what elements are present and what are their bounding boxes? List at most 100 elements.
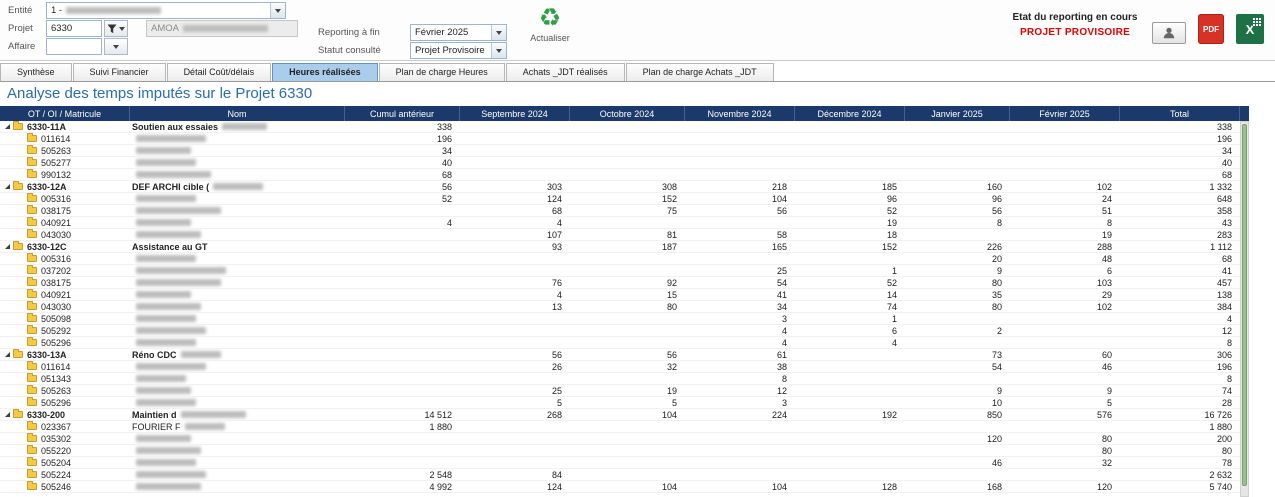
tree-cell: 005316 <box>0 193 130 204</box>
table-row[interactable]: 505263 25 19 12 9 9 74 <box>0 385 1240 397</box>
reporting-select[interactable]: Février 2025 <box>410 24 507 41</box>
column-header-octobre-2024[interactable]: Octobre 2024 <box>570 106 685 121</box>
tab-detail-cout-delais[interactable]: Détail Coût/délais <box>166 63 272 81</box>
affaire-input[interactable] <box>46 38 102 55</box>
export-pdf-button[interactable]: PDF <box>1198 14 1224 44</box>
total-cell: 648 <box>1216 193 1232 204</box>
table-row[interactable]: 505277 40 40 <box>0 157 1240 169</box>
row-code: 6330-12A <box>27 181 67 192</box>
column-header-nom[interactable]: Nom <box>130 106 345 121</box>
tab-plan-de-charge-achats-jdt[interactable]: Plan de charge Achats _JDT <box>625 63 774 81</box>
table-row[interactable]: 005316 52 124 152 104 96 96 24 648 <box>0 193 1240 205</box>
table-row[interactable]: 505296 5 5 3 10 5 28 <box>0 397 1240 409</box>
total-cell: 16 726 <box>1204 409 1232 420</box>
table-row[interactable]: 990132 68 68 <box>0 169 1240 181</box>
table-row[interactable]: 038175 76 92 54 52 80 103 457 <box>0 277 1240 289</box>
amoa-redacted-text <box>182 25 268 32</box>
table-row[interactable]: 040921 4 15 41 14 35 29 138 <box>0 289 1240 301</box>
expand-collapse-icon[interactable] <box>5 412 10 417</box>
statut-select[interactable]: Projet Provisoire <box>410 42 507 59</box>
value-cell <box>905 337 1010 348</box>
column-header-novembre-2024[interactable]: Novembre 2024 <box>685 106 795 121</box>
value-cell <box>460 337 570 348</box>
column-header-ot-oi-matricule[interactable]: OT / OI / Matricule <box>0 106 130 121</box>
tab-achats-jdt-realises[interactable]: Achats _JDT réalisés <box>505 63 625 81</box>
value-cell: 84 <box>551 469 562 480</box>
expand-collapse-icon[interactable] <box>5 352 10 357</box>
expand-collapse-icon[interactable] <box>5 184 10 189</box>
column-header-janvier-2025[interactable]: Janvier 2025 <box>905 106 1010 121</box>
row-code: 505263 <box>41 145 72 156</box>
value-cell: 52 <box>886 205 897 216</box>
reporting-dropdown-arrow-icon[interactable] <box>491 25 506 40</box>
value-cell <box>795 457 905 468</box>
table-row[interactable]: 505296 4 4 8 <box>0 337 1240 349</box>
expand-collapse-icon[interactable] <box>5 244 10 249</box>
statut-dropdown-arrow-icon[interactable] <box>491 43 506 58</box>
column-header-total[interactable]: Total <box>1120 106 1240 121</box>
vertical-scrollbar[interactable] <box>1240 106 1249 497</box>
table-row[interactable]: 011614 196 196 <box>0 133 1240 145</box>
value-cell <box>345 325 460 336</box>
table-row[interactable]: 6330-200 Maintien d 14 512 268 104 224 192 850 5… <box>0 409 1240 421</box>
name-cell <box>130 277 345 288</box>
value-cell <box>345 433 460 444</box>
expand-collapse-icon[interactable] <box>5 124 10 129</box>
table-row[interactable]: 505204 46 32 78 <box>0 457 1240 469</box>
column-header-fevrier-2025[interactable]: Février 2025 <box>1010 106 1120 121</box>
export-excel-button[interactable]: X <box>1236 14 1264 44</box>
projet-input[interactable]: 6330 <box>46 20 102 37</box>
row-name: FOURIER F <box>132 421 181 432</box>
user-button[interactable] <box>1152 22 1186 44</box>
row-code: 051343 <box>41 373 72 384</box>
column-header-septembre-2024[interactable]: Septembre 2024 <box>460 106 570 121</box>
total-cell: 40 <box>1221 157 1232 168</box>
value-cell: 124 <box>546 481 562 492</box>
table-row[interactable]: 038175 68 75 56 52 56 51 358 <box>0 205 1240 217</box>
value-cell: 9 <box>996 265 1002 276</box>
table-row[interactable]: 051343 8 8 <box>0 373 1240 385</box>
table-row[interactable]: 505263 34 34 <box>0 145 1240 157</box>
total-cell: 1 112 <box>1210 241 1232 252</box>
table-row[interactable]: 040921 4 4 19 8 8 43 <box>0 217 1240 229</box>
value-cell: 192 <box>881 409 897 420</box>
scrollbar-thumb[interactable] <box>1242 124 1247 486</box>
table-row[interactable]: 037202 25 1 9 6 41 <box>0 265 1240 277</box>
actualiser-button[interactable]: ♻ Actualiser <box>520 5 580 43</box>
value-cell <box>685 169 795 180</box>
tab-heures-realisees[interactable]: Heures réalisées <box>272 63 378 81</box>
table-row[interactable]: 035302 120 80 200 <box>0 433 1240 445</box>
redacted-name-text <box>136 231 201 238</box>
table-row[interactable]: 6330-12C Assistance au GT 93 187 165 152 226 28… <box>0 241 1240 253</box>
table-row[interactable]: 505098 3 1 4 <box>0 313 1240 325</box>
table-row[interactable]: 6330-11A Soutien aux essaies 338 338 <box>0 121 1240 133</box>
tab-plan-de-charge-heures[interactable]: Plan de charge Heures <box>378 63 505 81</box>
table-row[interactable]: 6330-13A Réno CDC 56 56 61 73 60 306 <box>0 349 1240 361</box>
table-row[interactable]: 005316 20 48 68 <box>0 253 1240 265</box>
value-cell: 5 <box>1106 397 1112 408</box>
tree-cell: 6330-13A <box>0 349 130 360</box>
row-code: 505292 <box>41 325 72 336</box>
entite-select[interactable]: 1 - <box>46 2 286 19</box>
row-code: 005316 <box>41 253 72 264</box>
table-row[interactable]: 043030 107 81 58 18 19 283 <box>0 229 1240 241</box>
table-row[interactable]: 043030 13 80 34 74 80 102 384 <box>0 301 1240 313</box>
table-row[interactable]: 023367 FOURIER F 1 880 1 880 <box>0 421 1240 433</box>
value-cell: 152 <box>881 241 897 252</box>
table-row[interactable]: 505292 4 6 2 12 <box>0 325 1240 337</box>
tab-synthese[interactable]: Synthèse <box>0 63 72 81</box>
table-row[interactable]: 055220 80 80 <box>0 445 1240 457</box>
table-row[interactable]: 505224 2 548 84 2 632 <box>0 469 1240 481</box>
projet-filter-button[interactable] <box>104 20 128 37</box>
column-header-cumul-anterieur[interactable]: Cumul antérieur <box>345 106 460 121</box>
table-row[interactable]: 011614 26 32 38 54 46 196 <box>0 361 1240 373</box>
tree-cell: 051343 <box>0 373 130 384</box>
column-header-decembre-2024[interactable]: Décembre 2024 <box>795 106 905 121</box>
scrollbar-track[interactable] <box>1240 121 1249 497</box>
affaire-dropdown-button[interactable] <box>104 38 128 55</box>
table-row[interactable]: 6330-12A DEF ARCHI cible (56 303 308 218 185 1… <box>0 181 1240 193</box>
tab-suivi-financier[interactable]: Suivi Financier <box>72 63 166 81</box>
value-cell: 34 <box>776 301 787 312</box>
entite-dropdown-arrow-icon[interactable] <box>270 3 285 18</box>
table-row[interactable]: 505246 4 992 124 104 104 128 168 120 5 740 <box>0 481 1240 493</box>
